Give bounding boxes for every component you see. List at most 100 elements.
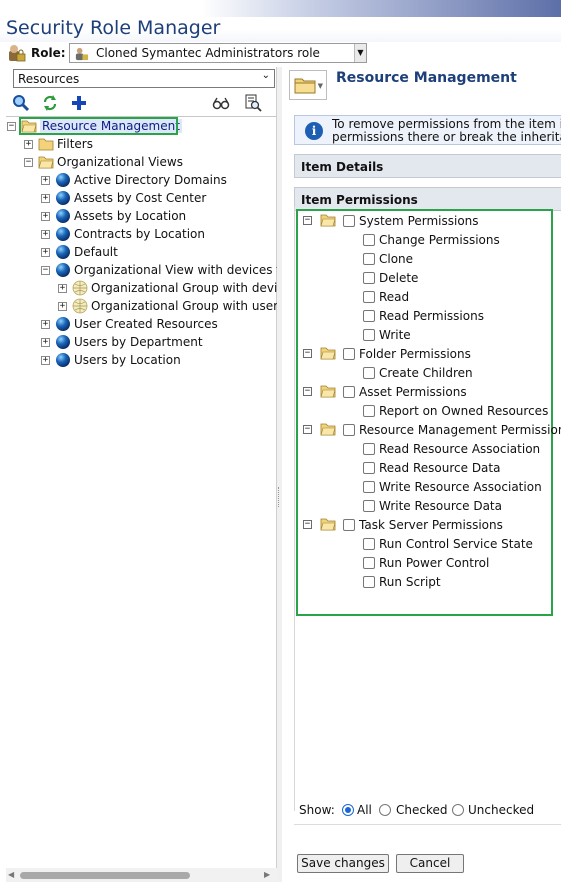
expand-icon[interactable]: +: [24, 140, 33, 149]
tree-node[interactable]: + Filters: [6, 136, 277, 154]
item-details-header[interactable]: Item Details: [294, 154, 561, 178]
permission-checkbox[interactable]: [363, 291, 375, 303]
permission-checkbox[interactable]: [363, 253, 375, 265]
permission-item: Run Control Service State: [298, 535, 553, 553]
permission-checkbox[interactable]: [363, 500, 375, 512]
collapse-icon[interactable]: −: [303, 425, 312, 434]
permission-item: Create Children: [298, 364, 553, 382]
refresh-icon[interactable]: [41, 94, 59, 112]
scrollbar-thumb[interactable]: [20, 872, 190, 879]
pane-splitter[interactable]: [277, 67, 282, 882]
add-icon[interactable]: [70, 94, 88, 112]
show-checked-radio[interactable]: [379, 804, 391, 816]
expand-icon[interactable]: +: [58, 302, 67, 311]
permission-checkbox[interactable]: [363, 576, 375, 588]
permission-group-checkbox[interactable]: [343, 348, 355, 360]
tree-node-label[interactable]: Assets by Cost Center: [74, 191, 206, 205]
folder-icon: [320, 422, 336, 439]
tree-node[interactable]: + Contracts by Location: [6, 226, 277, 244]
tree-node-label[interactable]: Users by Department: [74, 335, 203, 349]
collapse-icon[interactable]: −: [7, 122, 16, 131]
permission-label: Read Resource Data: [379, 461, 501, 475]
tree-node-label[interactable]: Organizational Group with device: [91, 281, 277, 295]
tree-node[interactable]: + Default: [6, 244, 277, 262]
tree-node[interactable]: − Resource Management: [6, 117, 277, 136]
collapse-icon[interactable]: −: [303, 387, 312, 396]
show-unchecked-radio[interactable]: [452, 804, 464, 816]
role-select[interactable]: Cloned Symantec Administrators role ▼: [69, 43, 367, 63]
permission-checkbox[interactable]: [363, 367, 375, 379]
tree-node-label[interactable]: Contracts by Location: [74, 227, 205, 241]
permission-group-checkbox[interactable]: [343, 386, 355, 398]
collapse-icon[interactable]: −: [24, 158, 33, 167]
permission-checkbox[interactable]: [363, 538, 375, 550]
permission-group-checkbox[interactable]: [343, 424, 355, 436]
permission-group-checkbox[interactable]: [343, 519, 355, 531]
splitter-grip[interactable]: [278, 487, 281, 507]
collapse-icon[interactable]: −: [303, 349, 312, 358]
permission-item: Clone: [298, 250, 553, 268]
expand-icon[interactable]: +: [41, 320, 50, 329]
expand-icon[interactable]: +: [41, 230, 50, 239]
tree-node[interactable]: + Organizational Group with device: [6, 280, 277, 298]
tree-node-label[interactable]: Default: [74, 245, 118, 259]
tree-node[interactable]: + User Created Resources: [6, 316, 277, 334]
tree-node[interactable]: − Organizational View with devices for: [6, 262, 277, 280]
chevron-down-icon[interactable]: ⌄: [262, 70, 270, 81]
expand-icon[interactable]: +: [58, 284, 67, 293]
permission-group-checkbox[interactable]: [343, 215, 355, 227]
collapse-icon[interactable]: −: [303, 520, 312, 529]
tree-node-label[interactable]: Organizational Group with users: [91, 299, 277, 313]
permission-label: Create Children: [379, 366, 473, 380]
tree-node[interactable]: + Users by Department: [6, 334, 277, 352]
permission-checkbox[interactable]: [363, 234, 375, 246]
tree-node-label[interactable]: Users by Location: [74, 353, 181, 367]
resource-type-select[interactable]: Resources ⌄: [13, 69, 275, 88]
tree-node[interactable]: − Organizational Views: [6, 154, 277, 172]
permission-group: − Folder Permissions: [298, 345, 553, 363]
search-icon[interactable]: [12, 94, 30, 112]
tree-node[interactable]: + Assets by Cost Center: [6, 190, 277, 208]
collapse-icon[interactable]: −: [41, 266, 50, 275]
permission-checkbox[interactable]: [363, 557, 375, 569]
chevron-down-icon[interactable]: ▼: [318, 82, 323, 90]
permission-checkbox[interactable]: [363, 462, 375, 474]
permission-checkbox[interactable]: [363, 310, 375, 322]
folder-menu-button[interactable]: ▼: [289, 70, 327, 100]
permission-checkbox[interactable]: [363, 405, 375, 417]
tree-node-label[interactable]: User Created Resources: [74, 317, 218, 331]
collapse-icon[interactable]: −: [303, 216, 312, 225]
find-icon[interactable]: [244, 94, 262, 112]
scroll-right-icon[interactable]: ▶: [264, 870, 270, 879]
permission-checkbox[interactable]: [363, 481, 375, 493]
cancel-button[interactable]: Cancel: [396, 854, 464, 873]
permission-checkbox[interactable]: [363, 443, 375, 455]
permission-checkbox[interactable]: [363, 329, 375, 341]
title-bar: Security Role Manager: [0, 0, 561, 42]
expand-icon[interactable]: +: [41, 338, 50, 347]
tree-node-label[interactable]: Assets by Location: [74, 209, 186, 223]
expand-icon[interactable]: +: [41, 212, 50, 221]
expand-icon[interactable]: +: [41, 248, 50, 257]
tree-node[interactable]: + Assets by Location: [6, 208, 277, 226]
permission-checkbox[interactable]: [363, 272, 375, 284]
chevron-down-icon[interactable]: ▼: [354, 44, 366, 62]
show-checked-label: Checked: [396, 803, 448, 817]
save-changes-button[interactable]: Save changes: [297, 854, 389, 873]
expand-icon[interactable]: +: [41, 194, 50, 203]
show-all-radio[interactable]: [342, 804, 354, 816]
tree-node-label[interactable]: Active Directory Domains: [74, 173, 227, 187]
permission-group-label: Asset Permissions: [359, 385, 467, 399]
tree-node-label[interactable]: Organizational View with devices for: [74, 263, 277, 277]
scroll-left-icon[interactable]: ◀: [8, 870, 14, 879]
horizontal-scrollbar[interactable]: ◀ ▶: [6, 868, 277, 882]
expand-icon[interactable]: +: [41, 356, 50, 365]
folder-icon: [320, 346, 336, 363]
tree-node-label[interactable]: Organizational Views: [57, 155, 183, 169]
expand-icon[interactable]: +: [41, 176, 50, 185]
tree-node-label[interactable]: Filters: [57, 137, 93, 151]
view-icon[interactable]: [212, 94, 230, 112]
tree-node[interactable]: + Users by Location: [6, 352, 277, 370]
tree-node[interactable]: + Organizational Group with users: [6, 298, 277, 316]
tree-node[interactable]: + Active Directory Domains: [6, 172, 277, 190]
